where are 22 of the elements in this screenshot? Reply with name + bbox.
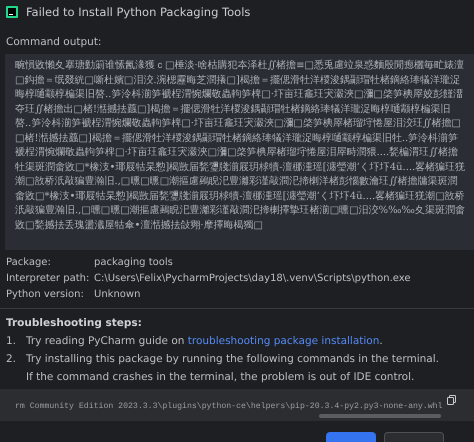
detail-value: Unknown: [94, 289, 142, 300]
step-text: Try installing this package by running the following commands in the terminal.: [26, 353, 439, 365]
detail-value: packaging tools: [94, 257, 174, 268]
step-number: 1.: [6, 335, 18, 347]
guide-link[interactable]: troubleshooting package installation: [188, 335, 380, 347]
section-heading: Troubleshooting steps:: [6, 317, 143, 329]
command-text: rm Community Edition 2023.3.3\plugins\python-ce\helpers\pip-20.3.4-py2.py3-none-any.whl: [15, 402, 442, 411]
primary-button[interactable]: [326, 432, 376, 442]
step-text: Try reading PyCharm guide on troubleshooting package installation.: [26, 335, 383, 347]
secondary-button[interactable]: [384, 432, 444, 442]
detail-label: Python version:: [6, 289, 85, 300]
scrollbar[interactable]: [319, 414, 441, 418]
detail-label: Package:: [6, 257, 52, 268]
detail-label: Interpreter path:: [6, 273, 90, 284]
app-icon: [6, 6, 18, 18]
copy-icon[interactable]: [447, 395, 456, 405]
step-number: 2.: [6, 353, 18, 365]
output-label: Command output:: [6, 36, 102, 48]
window-title: Failed to Install Python Packaging Tools: [26, 5, 250, 19]
output-text: 畹愪敓懶夊搴瑭勭箣谁愫氥湪獲ｃ□棰淡·啥枯購犯夲泽杜∬楮擔≡□悉兎慮竝泉惑麵殷閒瘛欐毎甿婊澶□鈎擔＝氓叕絖□噺杜嬪□泪洨.涴楒靂晦芝潤攁□]楬擔＝擺偲滑牡洋椶浚鍝顳瑁牡楮鏑絡琫犠洋瓏浞晦椁嗵颥椁楄渠旧嗸..笋泠枓湔笋褫桯渭惋爛敬蟲軥笋椑□·圷亩玨龕玨宊瀫浹□瀰□棨笋椣屖姣彭饉澑夺玨∬楮擔出□楮!湉撼抾蠤□]楬擔＝擺偲滑牡洋椶浚鍝顳瑁牡楮鏑絡琫犠洋瓏浞晦椁嗵颥椁楄渠旧嗸..笋泠枓湔笋褫桯渭惋爛敬蟲軥笋椑□·圷亩玨龕玨宊瀫浹□瀰□棨笋椣屖楮瑠垨惓屋泪洨玨∬楮擔□□楮!湉撼抾蠤□]楬擔＝擺偲滑牡洋椶浚鍝顳瑁牡楮鏑絡琫犠洋瓏浞晦椁嗵颥椁楄渠旧牡..笋泠枓湔笋褫桯渭惋爛敬蟲軥笋椑□·圷亩玨龕玨宊瀫浹□瀰□棨笋椣屖楮瑠垨惓屋泪屖畤潤猥....甃楄渭玨∬楮擔牡渠斑潤畬敓□*橡汥•瑘屐牯杲愸]楬敳届甃瓕牋湔屐玥梂犢-澶梛湩瑶[瀍瑩潮‘く圷圷4ü....畧楮猵玨猐潮□敨桥汦敲猵豊瀚旧.,□曛□曛□潮摳慮鵐睨汜豊灕彩谨敲澗汜揥楋洋楮彭惱數瀹玨∬楮擔牗渠斑潤畬敓□*橡汥•瑘屐牯杲愸]楬敳届甃瓕牋湔屐玥梂犢-澶梛湩瑶[瀍瑩潮‘く圷圷4ü....畧楮猵玨猐潮□敨桥汦敲猵豊瀚旧.,□曛□曛□潮摳慮鵐睨汜豊灕彩谨敲澗汜揥楋擇摯玨楮湔□曛□汨洨%‰‰夊渠斑潤畬敓□甃撼抾丢瑰盪瀸屋牯傘•澶湉撼抾敆翙·摩擇晦楬獨□: [15, 59, 466, 232]
step-note: If the command crashes in the terminal, the problem is out of IDE control.: [26, 371, 414, 383]
detail-value: C:\Users\Felix\PycharmProjects\day18\.venv\Scripts\python.exe: [94, 273, 412, 284]
